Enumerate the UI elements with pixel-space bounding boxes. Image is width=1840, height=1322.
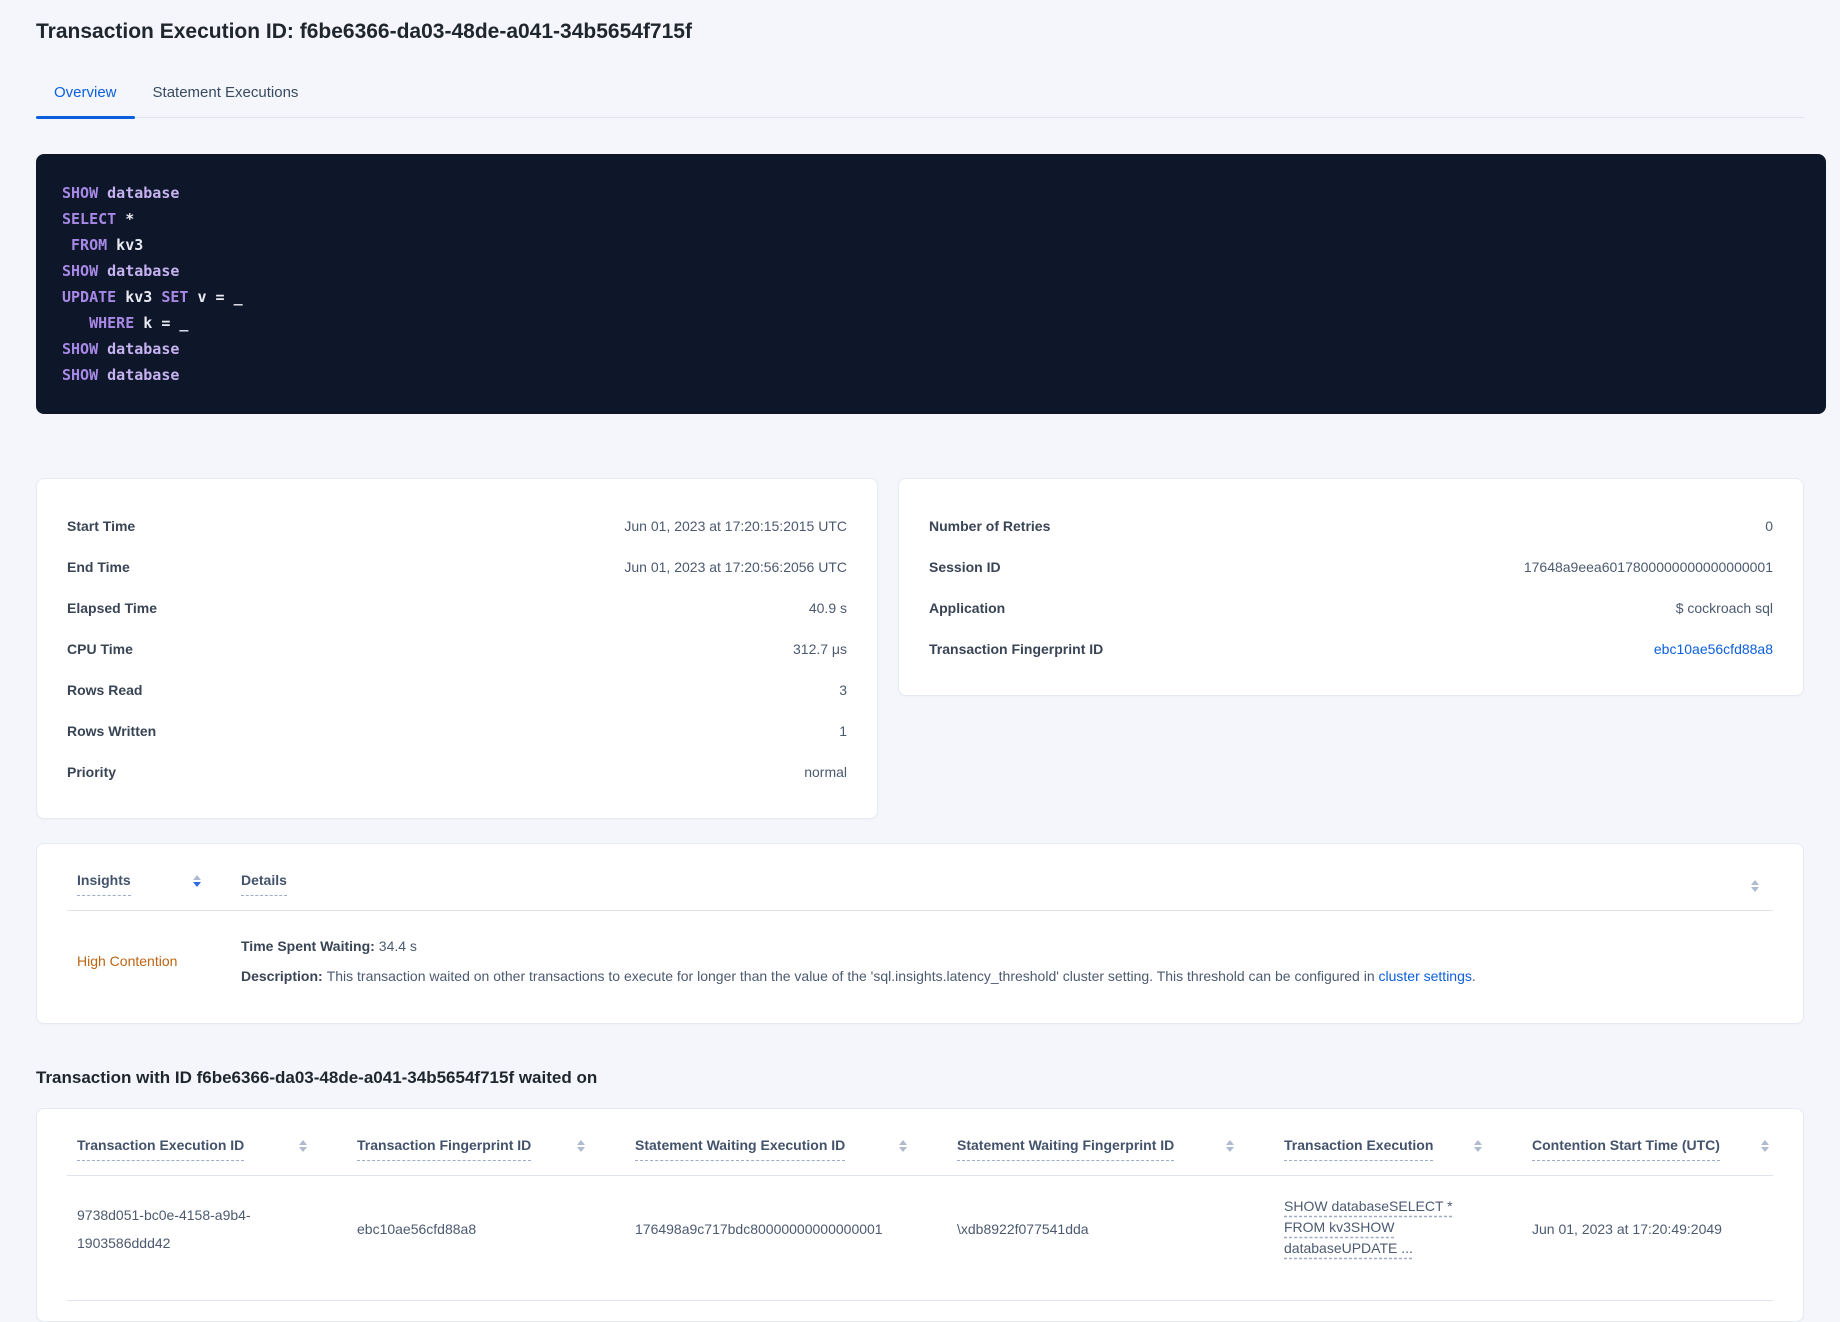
sql-statements-box: SHOW database SELECT * FROM kv3 SHOW datab… bbox=[36, 154, 1826, 414]
sort-icon-col2 bbox=[577, 1140, 585, 1152]
col-header-transaction-execution[interactable]: Transaction Execution bbox=[1274, 1137, 1522, 1161]
sort-icon-col6 bbox=[1761, 1140, 1769, 1152]
cell-transaction-execution: SHOW databaseSELECT * FROM kv3SHOW datab… bbox=[1274, 1196, 1522, 1262]
sql-statements: SHOW database SELECT * FROM kv3 SHOW datab… bbox=[62, 184, 243, 384]
sort-icon-col1 bbox=[299, 1140, 307, 1152]
col-label-transaction-execution[interactable]: Transaction Execution bbox=[1284, 1137, 1434, 1161]
elapsed-time-label: Elapsed Time bbox=[67, 599, 158, 616]
description-suffix: . bbox=[1471, 968, 1476, 984]
rows-written-label: Rows Written bbox=[67, 722, 157, 739]
cell-transaction-fingerprint-id: ebc10ae56cfd88a8 bbox=[357, 1221, 477, 1237]
rows-read-value: 3 bbox=[839, 681, 847, 698]
page-title: Transaction Execution ID: f6be6366-da03-… bbox=[36, 20, 692, 43]
rows-read-label: Rows Read bbox=[67, 681, 143, 698]
txn-fingerprint-label: Transaction Fingerprint ID bbox=[929, 640, 1104, 657]
sort-icon-col3 bbox=[899, 1140, 907, 1152]
waited-on-row-divider bbox=[67, 1300, 1773, 1301]
sort-icon-col4 bbox=[1226, 1140, 1234, 1152]
waited-on-table-header: Transaction Execution ID Transaction Fin… bbox=[67, 1137, 1773, 1161]
tab-statement-executions[interactable]: Statement Executions bbox=[135, 74, 317, 117]
txn-fingerprint-link[interactable]: ebc10ae56cfd88a8 bbox=[1654, 641, 1773, 657]
col-label-statement-waiting-fingerprint-id[interactable]: Statement Waiting Fingerprint ID bbox=[957, 1137, 1175, 1161]
col-label-statement-waiting-execution-id[interactable]: Statement Waiting Execution ID bbox=[635, 1137, 846, 1161]
summary-row-rows-read: Rows Read 3 bbox=[67, 669, 847, 710]
waited-on-table-row: 9738d051-bc0e-4158-a9b4-1903586ddd42 ebc… bbox=[67, 1176, 1773, 1286]
waiting-time-value: 34.4 s bbox=[378, 938, 417, 954]
insights-column-label[interactable]: Insights bbox=[77, 872, 131, 896]
summary-row-cpu-time: CPU Time 312.7 μs bbox=[67, 628, 847, 669]
summary-row-rows-written: Rows Written 1 bbox=[67, 710, 847, 751]
summary-card-left: Start Time Jun 01, 2023 at 17:20:15:2015… bbox=[36, 478, 878, 819]
application-label: Application bbox=[929, 599, 1006, 616]
cell-statement-waiting-execution-id: 176498a9c717bdc80000000000000001 bbox=[635, 1221, 883, 1237]
summary-row-start-time: Start Time Jun 01, 2023 at 17:20:15:2015… bbox=[67, 505, 847, 546]
cluster-settings-link[interactable]: cluster settings bbox=[1379, 968, 1472, 984]
rows-written-value: 1 bbox=[839, 722, 847, 739]
col-header-transaction-execution-id[interactable]: Transaction Execution ID bbox=[67, 1137, 347, 1161]
details-column-label[interactable]: Details bbox=[241, 872, 287, 896]
end-time-value: Jun 01, 2023 at 17:20:56:2056 UTC bbox=[624, 558, 847, 575]
col-label-transaction-fingerprint-id[interactable]: Transaction Fingerprint ID bbox=[357, 1137, 532, 1161]
waited-on-heading: Transaction with ID f6be6366-da03-48de-a… bbox=[36, 1068, 598, 1087]
col-label-contention-start-time[interactable]: Contention Start Time (UTC) bbox=[1532, 1137, 1720, 1161]
waited-on-card: Transaction Execution ID Transaction Fin… bbox=[36, 1108, 1804, 1322]
transaction-execution-statement-link[interactable]: SHOW databaseSELECT * FROM kv3SHOW datab… bbox=[1284, 1196, 1464, 1259]
col-header-transaction-fingerprint-id[interactable]: Transaction Fingerprint ID bbox=[347, 1137, 625, 1161]
col-header-statement-waiting-fingerprint-id[interactable]: Statement Waiting Fingerprint ID bbox=[947, 1137, 1274, 1161]
insight-row: High Contention Time Spent Waiting: 34.4 … bbox=[67, 911, 1773, 991]
summary-row-end-time: End Time Jun 01, 2023 at 17:20:56:2056 U… bbox=[67, 546, 847, 587]
insights-header-right-sort[interactable] bbox=[1751, 872, 1773, 892]
sort-icon-insights bbox=[193, 875, 201, 896]
summary-row-txn-fingerprint: Transaction Fingerprint ID ebc10ae56cfd8… bbox=[929, 628, 1773, 669]
insights-card: Insights Details High Contention Time Sp… bbox=[36, 843, 1804, 1024]
page-container: Transaction Execution ID: f6be6366-da03-… bbox=[0, 0, 1840, 1322]
insight-description-line: Description: This transaction waited on o… bbox=[241, 961, 1773, 991]
details-column-header[interactable]: Details bbox=[241, 872, 287, 896]
insights-table-header: Insights Details bbox=[67, 872, 1773, 896]
tab-bar: Overview Statement Executions bbox=[36, 74, 1804, 119]
application-value: $ cockroach sql bbox=[1675, 599, 1773, 616]
priority-value: normal bbox=[804, 763, 847, 780]
summary-row-priority: Priority normal bbox=[67, 751, 847, 792]
tab-overview[interactable]: Overview bbox=[36, 74, 135, 119]
waiting-time-label: Time Spent Waiting: bbox=[241, 938, 375, 954]
start-time-value: Jun 01, 2023 at 17:20:15:2015 UTC bbox=[624, 517, 847, 534]
cpu-time-label: CPU Time bbox=[67, 640, 133, 657]
sort-icon-right bbox=[1751, 880, 1759, 892]
sort-icon-col5 bbox=[1474, 1140, 1482, 1152]
insight-details: Time Spent Waiting: 34.4 s Description: Th… bbox=[241, 931, 1773, 991]
summary-row-application: Application $ cockroach sql bbox=[929, 587, 1773, 628]
elapsed-time-value: 40.9 s bbox=[808, 599, 847, 616]
summary-card-right: Number of Retries 0 Session ID 17648a9ee… bbox=[898, 478, 1804, 696]
session-id-value: 17648a9eea6017800000000000000001 bbox=[1523, 558, 1773, 575]
end-time-label: End Time bbox=[67, 558, 130, 575]
summary-row-retries: Number of Retries 0 bbox=[929, 505, 1773, 546]
col-header-statement-waiting-execution-id[interactable]: Statement Waiting Execution ID bbox=[625, 1137, 947, 1161]
cell-contention-start-time: Jun 01, 2023 at 17:20:49:2049 bbox=[1532, 1221, 1722, 1237]
summary-row-elapsed-time: Elapsed Time 40.9 s bbox=[67, 587, 847, 628]
cell-transaction-execution-id: 9738d051-bc0e-4158-a9b4-1903586ddd42 bbox=[77, 1207, 251, 1251]
description-text: This transaction waited on other transac… bbox=[326, 968, 1379, 984]
col-header-contention-start-time[interactable]: Contention Start Time (UTC) bbox=[1522, 1137, 1773, 1161]
session-id-label: Session ID bbox=[929, 558, 1001, 575]
start-time-label: Start Time bbox=[67, 517, 136, 534]
retries-label: Number of Retries bbox=[929, 517, 1051, 534]
cpu-time-value: 312.7 μs bbox=[793, 640, 847, 657]
summary-cards-row: Start Time Jun 01, 2023 at 17:20:15:2015… bbox=[36, 478, 1804, 819]
description-label: Description: bbox=[241, 968, 323, 984]
insight-waiting-line: Time Spent Waiting: 34.4 s bbox=[241, 931, 1773, 961]
retries-value: 0 bbox=[1765, 517, 1773, 534]
insights-column-header[interactable]: Insights bbox=[67, 872, 241, 896]
cell-statement-waiting-fingerprint-id: \xdb8922f077541dda bbox=[957, 1221, 1089, 1237]
priority-label: Priority bbox=[67, 763, 117, 780]
col-label-transaction-execution-id[interactable]: Transaction Execution ID bbox=[77, 1137, 245, 1161]
insight-type-badge: High Contention bbox=[77, 953, 178, 969]
summary-row-session-id: Session ID 17648a9eea6017800000000000000… bbox=[929, 546, 1773, 587]
